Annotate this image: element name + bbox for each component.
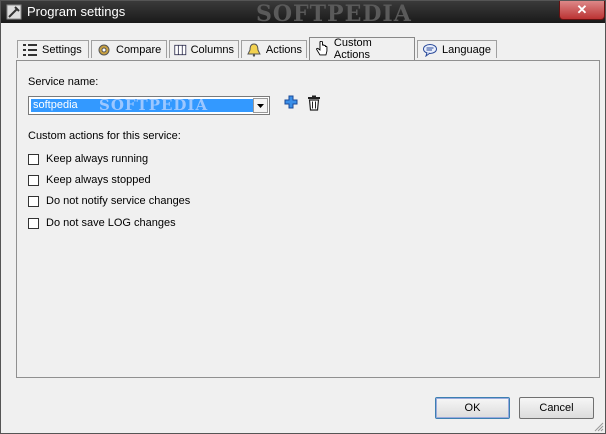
program-settings-window: Program settings SOFTPEDIA ✕ Settings Co… (0, 0, 606, 434)
keep-stopped-checkbox[interactable] (28, 174, 39, 186)
hand-cursor-icon (316, 41, 328, 56)
tab-compare[interactable]: Compare (91, 40, 167, 58)
do-not-notify-checkbox[interactable] (28, 195, 39, 207)
wrench-app-icon (6, 4, 22, 20)
custom-actions-label: Custom actions for this service: (28, 130, 181, 142)
keep-running-checkbox[interactable] (28, 153, 39, 165)
add-service-button[interactable] (284, 95, 298, 109)
softpedia-watermark: SOFTPEDIA (256, 1, 412, 27)
ok-button[interactable]: OK (435, 397, 510, 419)
option-do-not-save-log[interactable]: Do not save LOG changes (28, 217, 176, 229)
option-keep-always-running[interactable]: Keep always running (28, 153, 148, 165)
service-selected-text: softpedia (33, 99, 78, 111)
window-title: Program settings (27, 4, 126, 19)
service-name-dropdown[interactable]: softpedia SOFTPEDIA (28, 96, 270, 115)
tab-label: Columns (190, 43, 234, 56)
columns-icon (174, 44, 187, 55)
tab-language[interactable]: Language (417, 40, 497, 58)
delete-service-button[interactable] (307, 95, 321, 111)
close-button[interactable]: ✕ (559, 1, 605, 20)
resize-grip-icon[interactable] (594, 422, 604, 432)
do-not-save-log-checkbox[interactable] (28, 217, 39, 229)
title-bar[interactable]: Program settings SOFTPEDIA ✕ (1, 1, 605, 27)
tab-label: Custom Actions (333, 37, 372, 61)
cancel-button[interactable]: Cancel (519, 397, 594, 419)
gear-icon (98, 44, 110, 55)
option-label: Do not notify service changes (46, 195, 191, 207)
bell-icon (247, 43, 261, 57)
option-do-not-notify[interactable]: Do not notify service changes (28, 195, 190, 207)
option-label: Do not save LOG changes (46, 217, 176, 229)
tab-settings[interactable]: Settings (17, 40, 89, 58)
combo-watermark: SOFTPEDIA (99, 96, 209, 114)
tab-label: Language (442, 43, 491, 56)
tab-custom-actions[interactable]: Custom Actions (309, 37, 415, 61)
tab-label: Compare (116, 43, 162, 56)
plus-icon (284, 95, 298, 109)
tab-label: Settings (42, 43, 82, 56)
tab-label: Actions (265, 43, 302, 56)
custom-actions-panel: Service name: softpedia SOFTPEDIA Custom… (16, 60, 600, 378)
service-name-label: Service name: (28, 76, 99, 88)
option-label: Keep always running (46, 153, 149, 165)
tab-columns[interactable]: Columns (169, 40, 239, 58)
trash-icon (308, 95, 320, 111)
dropdown-arrow-button[interactable] (253, 98, 268, 113)
settings-list-icon (23, 43, 37, 56)
chevron-down-icon (257, 103, 264, 108)
option-keep-always-stopped[interactable]: Keep always stopped (28, 174, 151, 186)
speech-bubble-icon (423, 43, 437, 57)
tab-actions[interactable]: Actions (241, 40, 307, 58)
close-icon: ✕ (576, 2, 588, 17)
option-label: Keep always stopped (46, 174, 151, 186)
